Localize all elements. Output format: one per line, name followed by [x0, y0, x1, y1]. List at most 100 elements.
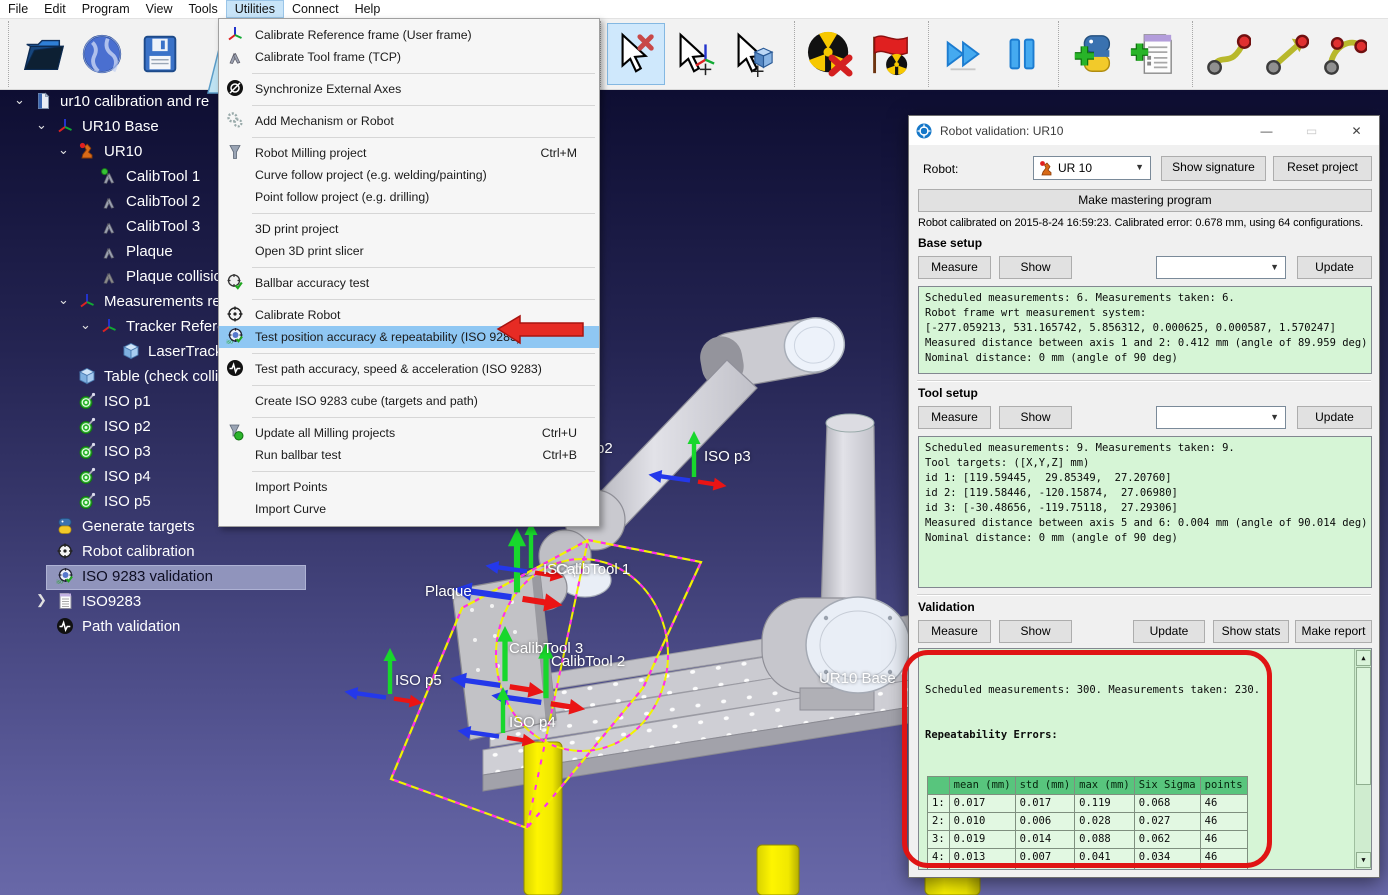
tree-item-label: ISO p3: [104, 443, 151, 460]
menu-view[interactable]: View: [138, 0, 181, 18]
menu-item-run-ballbar-test[interactable]: Run ballbar testCtrl+B: [219, 444, 599, 466]
validation-scrollbar[interactable]: ▲ ▼: [1354, 649, 1371, 869]
select-cancel-icon[interactable]: [607, 23, 665, 85]
tree-item-label: ISO p5: [104, 493, 151, 510]
menu-item-create-iso-9283-cube-targets-and-path-[interactable]: Create ISO 9283 cube (targets and path): [219, 390, 599, 412]
tree-item-label: CalibTool 3: [126, 218, 200, 235]
make-mastering-program-button[interactable]: Make mastering program: [918, 189, 1372, 212]
robot-dropdown[interactable]: UR 10 ▼: [1033, 156, 1151, 180]
select-move-object-icon[interactable]: [723, 23, 781, 85]
menu-item-open-3d-print-slicer[interactable]: Open 3D print slicer: [219, 240, 599, 262]
tool-dropdown[interactable]: ▼: [1156, 406, 1286, 429]
validation-update-button[interactable]: Update: [1133, 620, 1205, 643]
tree-item-iso-9283-validation[interactable]: iso ISO 9283 validation: [0, 565, 420, 590]
object-icon: [78, 367, 98, 387]
menu-tools[interactable]: Tools: [181, 0, 226, 18]
move-circular-icon[interactable]: [1315, 23, 1373, 85]
chevron-down-icon[interactable]: ⌄: [36, 117, 47, 133]
chevron-down-icon[interactable]: ⌄: [58, 292, 69, 308]
scroll-up-icon[interactable]: ▲: [1356, 650, 1371, 666]
svg-text:iso: iso: [57, 580, 64, 586]
toolbar-group: [794, 21, 917, 87]
save-icon[interactable]: [131, 23, 189, 85]
reset-project-button[interactable]: Reset project: [1273, 156, 1372, 181]
chevron-down-icon: ▼: [1270, 412, 1279, 422]
tree-item-label: ISO p2: [104, 418, 151, 435]
ballbar-icon: [226, 273, 246, 294]
menu-item-point-follow-project-e-g-drilling-[interactable]: Point follow project (e.g. drilling): [219, 186, 599, 208]
utilities-menu: Calibrate Reference frame (User frame)Ca…: [218, 18, 600, 527]
base-dropdown[interactable]: ▼: [1156, 256, 1286, 279]
tool-measure-button[interactable]: Measure: [918, 406, 991, 429]
tree-item-robot-calibration[interactable]: Robot calibration: [0, 540, 420, 565]
collision-flag-icon[interactable]: [859, 23, 917, 85]
path-accuracy-icon: [56, 617, 76, 637]
chevron-down-icon[interactable]: ⌄: [58, 142, 69, 158]
tree-item-path-validation[interactable]: Path validation: [0, 615, 420, 640]
menu-item-import-points[interactable]: Import Points: [219, 476, 599, 498]
menu-connect[interactable]: Connect: [284, 0, 347, 18]
menu-item-3d-print-project[interactable]: 3D print project: [219, 218, 599, 240]
menu-item-ballbar-accuracy-test[interactable]: Ballbar accuracy test: [219, 272, 599, 294]
show-signature-button[interactable]: Show signature: [1161, 156, 1266, 181]
menu-program[interactable]: Program: [74, 0, 138, 18]
tree-item-label: Table (check collis: [104, 368, 226, 385]
menu-utilities[interactable]: Utilities: [226, 0, 284, 18]
close-button[interactable]: ✕: [1334, 116, 1379, 145]
move-linear-icon[interactable]: [1257, 23, 1315, 85]
validation-show-button[interactable]: Show: [999, 620, 1072, 643]
select-move-reference-icon[interactable]: [665, 23, 723, 85]
add-python-icon[interactable]: [1065, 23, 1123, 85]
robot-dropdown-value: UR 10: [1058, 161, 1092, 175]
menu-item-robot-milling-project[interactable]: Robot Milling projectCtrl+M: [219, 142, 599, 164]
chevron-right-icon[interactable]: ❯: [36, 592, 47, 608]
fast-forward-icon[interactable]: [935, 23, 993, 85]
scene-label-calibtool-1: CalibTool 1: [556, 561, 630, 578]
show-stats-button[interactable]: Show stats: [1213, 620, 1289, 643]
toolbar-group: [600, 21, 781, 87]
toolbar: [0, 19, 1388, 90]
reference-frame-icon: [226, 25, 246, 46]
make-report-button[interactable]: Make report: [1295, 620, 1372, 643]
chevron-down-icon[interactable]: ⌄: [14, 92, 25, 108]
menu-item-calibrate-tool-frame-tcp-[interactable]: Calibrate Tool frame (TCP): [219, 46, 599, 68]
add-program-icon[interactable]: [1123, 23, 1181, 85]
tool-update-button[interactable]: Update: [1297, 406, 1372, 429]
tree-item-label: ISO 9283 validation: [82, 568, 213, 585]
scroll-down-icon[interactable]: ▼: [1356, 852, 1371, 868]
window-titlebar[interactable]: Robot validation: UR10 — ▭ ✕: [909, 116, 1379, 145]
base-measure-button[interactable]: Measure: [918, 256, 991, 279]
target-icon: [78, 492, 98, 512]
menu-help[interactable]: Help: [347, 0, 389, 18]
tree-item-iso9283[interactable]: ❯ISO9283: [0, 590, 420, 615]
scrollbar-thumb[interactable]: [1356, 667, 1371, 785]
open-icon[interactable]: [15, 23, 73, 85]
pause-icon[interactable]: [993, 23, 1051, 85]
menu-item-synchronize-external-axes[interactable]: Synchronize External Axes: [219, 78, 599, 100]
website-icon[interactable]: [73, 23, 131, 85]
menu-separator: [252, 353, 595, 354]
validation-measure-button[interactable]: Measure: [918, 620, 991, 643]
menu-item-label: Run ballbar test: [255, 448, 341, 462]
tool-show-button[interactable]: Show: [999, 406, 1072, 429]
base-update-button[interactable]: Update: [1297, 256, 1372, 279]
chevron-down-icon[interactable]: ⌄: [80, 317, 91, 333]
maximize-button[interactable]: ▭: [1289, 116, 1334, 145]
menu-item-import-curve[interactable]: Import Curve: [219, 498, 599, 520]
menu-item-add-mechanism-or-robot[interactable]: Add Mechanism or Robot: [219, 110, 599, 132]
menu-item-curve-follow-project-e-g-welding-paintin[interactable]: Curve follow project (e.g. welding/paint…: [219, 164, 599, 186]
menu-item-update-all-milling-projects[interactable]: Update all Milling projectsCtrl+U: [219, 422, 599, 444]
tree-item-label: Robot calibration: [82, 543, 195, 560]
collision-off-icon[interactable]: [801, 23, 859, 85]
scene-label-calibtool-2: CalibTool 2: [551, 653, 625, 670]
menu-file[interactable]: File: [0, 0, 36, 18]
target-icon: [78, 417, 98, 437]
base-show-button[interactable]: Show: [999, 256, 1072, 279]
menu-item-label: 3D print project: [255, 222, 338, 236]
menu-item-label: Import Curve: [255, 502, 326, 516]
menu-item-test-path-accuracy-speed-acceleration-is[interactable]: Test path accuracy, speed & acceleration…: [219, 358, 599, 380]
move-joint-icon[interactable]: [1199, 23, 1257, 85]
menu-edit[interactable]: Edit: [36, 0, 74, 18]
menu-item-calibrate-reference-frame-user-frame-[interactable]: Calibrate Reference frame (User frame): [219, 24, 599, 46]
minimize-button[interactable]: —: [1244, 116, 1289, 145]
